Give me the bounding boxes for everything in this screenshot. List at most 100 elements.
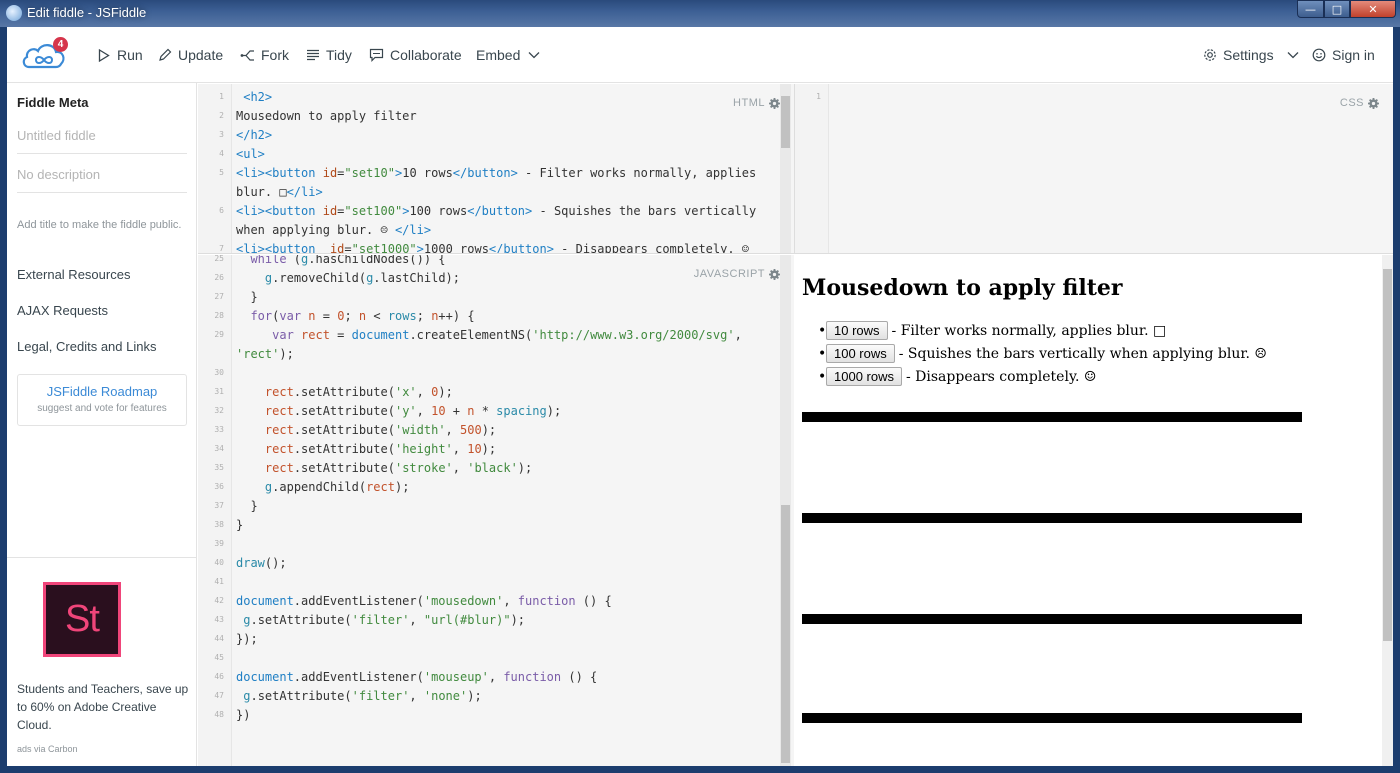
sidebar-item-external-resources[interactable]: External Resources xyxy=(17,267,130,282)
lines-icon xyxy=(305,48,320,63)
html-panel-label[interactable]: HTML xyxy=(733,97,780,109)
svg-bar xyxy=(802,412,1302,422)
set1000-button[interactable]: 1000 rows xyxy=(826,367,902,386)
line-number: 35 xyxy=(214,463,224,472)
javascript-label-text: JAVASCRIPT xyxy=(693,268,765,280)
line-number: 41 xyxy=(214,577,224,586)
line-number: 38 xyxy=(214,520,224,529)
tidy-label: Tidy xyxy=(326,47,352,63)
notification-badge[interactable]: 4 xyxy=(53,37,68,52)
roadmap-card[interactable]: JSFiddle Roadmap suggest and vote for fe… xyxy=(17,374,187,426)
fiddle-description-input[interactable]: No description xyxy=(17,167,187,193)
ad-text[interactable]: Students and Teachers, save up to 60% on… xyxy=(17,680,192,734)
html-gutter: 1 2 3 4 5 6 7 xyxy=(198,84,232,253)
line-number: 34 xyxy=(214,444,224,453)
scroll-thumb[interactable] xyxy=(781,505,790,763)
line-number: 2 xyxy=(219,111,224,120)
line-number: 42 xyxy=(214,596,224,605)
close-button[interactable]: ✕ xyxy=(1350,0,1396,18)
sidebar-item-legal[interactable]: Legal, Credits and Links xyxy=(17,339,156,354)
gear-icon[interactable] xyxy=(769,97,780,109)
roadmap-subtitle: suggest and vote for features xyxy=(37,403,167,414)
settings-dropdown[interactable]: Settings xyxy=(1202,27,1301,83)
collaborate-label: Collaborate xyxy=(390,47,462,63)
run-button[interactable]: Run xyxy=(96,27,143,83)
list-item: 1000 rows - Disappears completely. ☺ xyxy=(818,365,1267,388)
settings-label: Settings xyxy=(1223,47,1274,63)
list-item-text: - Disappears completely. ☺ xyxy=(905,368,1097,385)
chevron-down-icon xyxy=(526,48,541,63)
gear-icon[interactable] xyxy=(769,268,780,280)
embed-label: Embed xyxy=(476,47,521,63)
line-number: 26 xyxy=(214,273,224,282)
fork-button[interactable]: Fork xyxy=(240,27,289,83)
result-scrollbar[interactable] xyxy=(1382,255,1393,766)
run-label: Run xyxy=(117,47,143,63)
css-editor[interactable]: 1 CSS xyxy=(794,84,1393,254)
line-number: 36 xyxy=(214,482,224,491)
sidebar: Fiddle Meta Untitled fiddle No descripti… xyxy=(7,83,197,766)
line-number: 5 xyxy=(219,168,224,177)
smiley-icon xyxy=(1311,48,1326,63)
html-scrollbar[interactable] xyxy=(780,84,791,253)
collaborate-button[interactable]: Collaborate xyxy=(369,27,462,83)
set100-button[interactable]: 100 rows xyxy=(826,344,895,363)
line-number: 3 xyxy=(219,130,224,139)
ad-attribution[interactable]: ads via Carbon xyxy=(17,744,78,754)
sign-in-label: Sign in xyxy=(1332,47,1375,63)
update-label: Update xyxy=(178,47,224,63)
line-number: 31 xyxy=(214,387,224,396)
html-editor[interactable]: 1 2 3 4 5 6 7 <h2> Mousedown to apply fi… xyxy=(198,84,794,254)
line-number: 44 xyxy=(214,634,224,643)
embed-dropdown[interactable]: Embed xyxy=(476,27,541,83)
scroll-thumb[interactable] xyxy=(781,96,790,148)
line-number: 1 xyxy=(816,92,821,101)
carbon-ad: St Students and Teachers, save up to 60%… xyxy=(7,557,197,766)
roadmap-title: JSFiddle Roadmap xyxy=(46,384,158,399)
set10-button[interactable]: 10 rows xyxy=(826,321,888,340)
gear-icon[interactable] xyxy=(1368,97,1379,109)
javascript-code: while (g.hasChildNodes()) { g.removeChil… xyxy=(236,255,742,722)
maximize-button[interactable]: □ xyxy=(1324,0,1350,18)
sign-in-button[interactable]: Sign in xyxy=(1311,27,1375,83)
window-title: Edit fiddle - JSFiddle xyxy=(27,5,147,20)
javascript-editor[interactable]: 25 26 27 28 29 30 31 32 33 34 35 36 37 3… xyxy=(198,255,794,766)
line-number: 46 xyxy=(214,672,224,681)
public-hint: Add title to make the fiddle public. xyxy=(17,219,182,231)
css-gutter: 1 xyxy=(795,84,829,253)
result-heading: Mousedown to apply filter xyxy=(802,275,1123,301)
line-number: 29 xyxy=(214,330,224,339)
line-number: 39 xyxy=(214,539,224,548)
app-icon xyxy=(6,5,22,21)
list-item: 100 rows - Squishes the bars vertically … xyxy=(818,342,1267,365)
list-item-text: - Filter works normally, applies blur. □ xyxy=(891,322,1167,339)
svg-bar xyxy=(802,614,1302,624)
update-button[interactable]: Update xyxy=(157,27,223,83)
result-list: 10 rows - Filter works normally, applies… xyxy=(818,319,1267,388)
sidebar-item-ajax-requests[interactable]: AJAX Requests xyxy=(17,303,108,318)
play-icon xyxy=(96,48,111,63)
list-item-text: - Squishes the bars vertically when appl… xyxy=(898,345,1267,362)
line-number: 7 xyxy=(219,244,224,253)
minimize-button[interactable]: — xyxy=(1297,0,1324,18)
adobe-stock-logo[interactable]: St xyxy=(43,582,121,657)
html-label-text: HTML xyxy=(733,97,765,109)
html-code: <h2> Mousedown to apply filter </h2> <ul… xyxy=(236,90,757,254)
javascript-panel-label[interactable]: JAVASCRIPT xyxy=(689,268,780,280)
svg-bar xyxy=(802,513,1302,523)
javascript-scrollbar[interactable] xyxy=(780,255,791,766)
line-number: 33 xyxy=(214,425,224,434)
scroll-thumb[interactable] xyxy=(1383,269,1392,641)
window-controls: — □ ✕ xyxy=(1297,0,1396,18)
tidy-button[interactable]: Tidy xyxy=(305,27,352,83)
result-frame[interactable]: Mousedown to apply filter 10 rows - Filt… xyxy=(794,255,1393,766)
line-number: 4 xyxy=(219,149,224,158)
fiddle-title-input[interactable]: Untitled fiddle xyxy=(17,128,187,154)
sidebar-title: Fiddle Meta xyxy=(17,95,89,110)
pencil-icon xyxy=(157,48,172,63)
chat-icon xyxy=(369,48,384,63)
app-frame: 4 Run Update Fork Tidy Collaborate Embed… xyxy=(7,27,1393,766)
fork-label: Fork xyxy=(261,47,289,63)
css-panel-label[interactable]: CSS xyxy=(1340,97,1379,109)
line-number: 37 xyxy=(214,501,224,510)
